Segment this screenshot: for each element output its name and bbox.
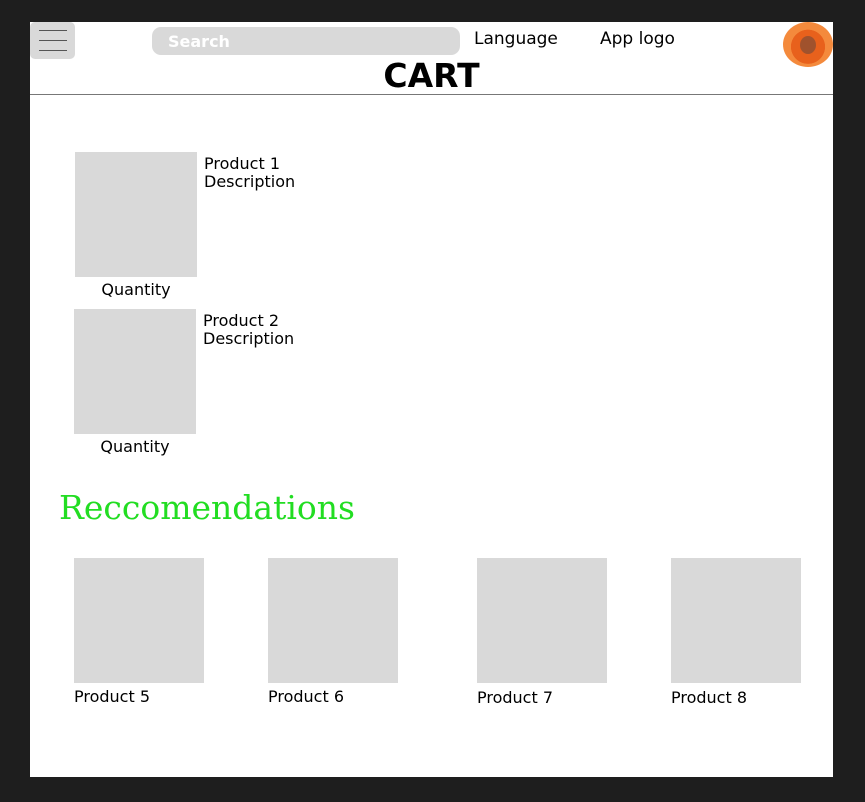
cart-item-1-name[interactable]: Product 1 [204, 155, 280, 173]
recommendation-item-4-name[interactable]: Product 8 [671, 688, 747, 707]
recommendations-title: Reccomendations [59, 488, 355, 527]
recommendation-item-2-image[interactable] [268, 558, 398, 683]
cart-item-1-quantity[interactable]: Quantity [75, 280, 197, 299]
recommendation-item-3-image[interactable] [477, 558, 607, 683]
recommendation-item-4-image[interactable] [671, 558, 801, 683]
cart-item-2-description: Description [203, 329, 295, 348]
search-placeholder: Search [168, 32, 230, 51]
cart-item-2-image[interactable] [74, 309, 196, 434]
language-selector[interactable]: Language [474, 29, 558, 49]
cart-item-1-image[interactable] [75, 152, 197, 277]
page-title: CART [383, 56, 480, 95]
recommendation-item-1-image[interactable] [74, 558, 204, 683]
menu-button[interactable] [30, 22, 75, 59]
cart-item-2-quantity[interactable]: Quantity [74, 437, 196, 456]
cart-item-2-name[interactable]: Product 2 [203, 312, 279, 330]
app-logo[interactable]: App logo [600, 29, 675, 49]
recommendation-item-2-name[interactable]: Product 6 [268, 687, 344, 706]
header-divider [30, 94, 833, 95]
avatar-face [800, 36, 816, 54]
recommendation-item-1-name[interactable]: Product 5 [74, 687, 150, 706]
search-input[interactable]: Search [152, 27, 460, 55]
app-frame: Search Language App logo CART Product 1 … [30, 22, 833, 777]
recommendation-item-3-name[interactable]: Product 7 [477, 688, 553, 707]
cart-item-1-description: Description [204, 172, 296, 191]
